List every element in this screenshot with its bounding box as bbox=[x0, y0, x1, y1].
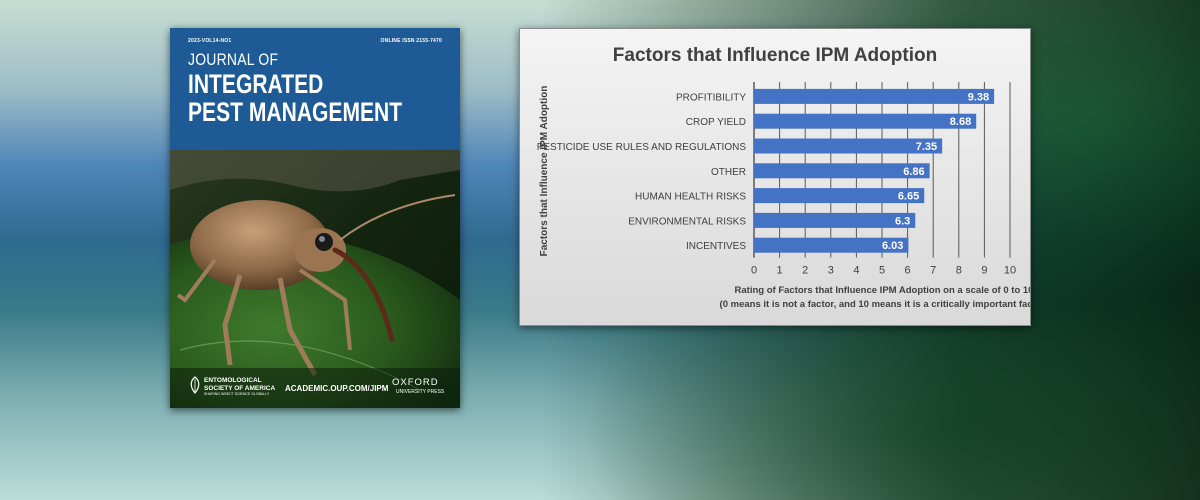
x-tick-label: 3 bbox=[828, 265, 834, 277]
cover-title-line3: PEST MANAGEMENT bbox=[188, 97, 403, 127]
x-tick-label: 2 bbox=[802, 265, 808, 277]
x-tick-label: 10 bbox=[1004, 265, 1016, 277]
x-axis-title-line1: Rating of Factors that Influence IPM Ado… bbox=[735, 285, 1030, 296]
bar-value-label: 6.86 bbox=[903, 166, 924, 178]
y-axis-title: Factors that Influence IPM Adoption bbox=[539, 86, 550, 257]
x-tick-label: 4 bbox=[853, 265, 859, 277]
x-tick-label: 1 bbox=[777, 265, 783, 277]
x-tick-label: 9 bbox=[981, 265, 987, 277]
bar-value-label: 6.03 bbox=[882, 240, 903, 252]
category-label: PESTICIDE USE RULES AND REGULATIONS bbox=[537, 142, 747, 153]
journal-url: ACADEMIC.OUP.COM/JIPM bbox=[285, 384, 389, 393]
x-tick-label: 5 bbox=[879, 265, 885, 277]
x-tick-label: 6 bbox=[905, 265, 911, 277]
publisher-sub: UNIVERSITY PRESS bbox=[396, 389, 445, 395]
cover-header: 2023-VOL14-NO1 ONLINE ISSN 2155-7470 JOU… bbox=[170, 28, 460, 150]
x-tick-label: 8 bbox=[956, 265, 962, 277]
category-label: CROP YIELD bbox=[686, 117, 746, 128]
x-axis-title-line2: (0 means it is not a factor, and 10 mean… bbox=[720, 299, 1030, 310]
category-label: OTHER bbox=[711, 167, 746, 178]
category-label: HUMAN HEALTH RISKS bbox=[635, 192, 746, 203]
cover-issue: 2023-VOL14-NO1 bbox=[188, 38, 232, 44]
x-tick-label: 0 bbox=[751, 265, 757, 277]
bar bbox=[754, 138, 943, 154]
weevil-photo bbox=[170, 150, 460, 408]
society-name: ENTOMOLOGICAL SOCIETY OF AMERICA bbox=[204, 377, 275, 392]
chart-title: Factors that Influence IPM Adoption bbox=[613, 45, 937, 66]
category-label: ENVIRONMENTAL RISKS bbox=[628, 216, 746, 227]
esa-logo-icon bbox=[190, 376, 200, 394]
bar bbox=[754, 88, 995, 104]
society-line2: SOCIETY OF AMERICA bbox=[204, 384, 276, 392]
bar bbox=[754, 113, 977, 129]
bar-chart: Factors that Influence IPM Adoption Fact… bbox=[537, 45, 1030, 310]
chart-panel: Factors that Influence IPM Adoption Fact… bbox=[519, 28, 1031, 326]
bar-value-label: 9.38 bbox=[968, 91, 989, 103]
category-label: INCENTIVES bbox=[686, 241, 746, 252]
cover-issn: ONLINE ISSN 2155-7470 bbox=[380, 38, 442, 44]
journal-cover: 2023-VOL14-NO1 ONLINE ISSN 2155-7470 JOU… bbox=[170, 28, 460, 408]
category-label: PROFITIBILITY bbox=[676, 92, 746, 103]
cover-title-line2: INTEGRATED bbox=[188, 69, 324, 99]
x-tick-label: 7 bbox=[930, 265, 936, 277]
bar-value-label: 6.3 bbox=[895, 215, 910, 227]
bar-value-label: 6.65 bbox=[898, 191, 919, 203]
bar-value-label: 8.68 bbox=[950, 116, 971, 128]
bar bbox=[754, 212, 916, 228]
publisher-name: OXFORD bbox=[392, 377, 439, 388]
society-line1: ENTOMOLOGICAL bbox=[204, 377, 262, 384]
cover-title-line1: JOURNAL OF bbox=[188, 50, 279, 69]
bar-value-label: 7.35 bbox=[916, 141, 937, 153]
society-tagline: SHARING INSECT SCIENCE GLOBALLY bbox=[204, 392, 270, 396]
